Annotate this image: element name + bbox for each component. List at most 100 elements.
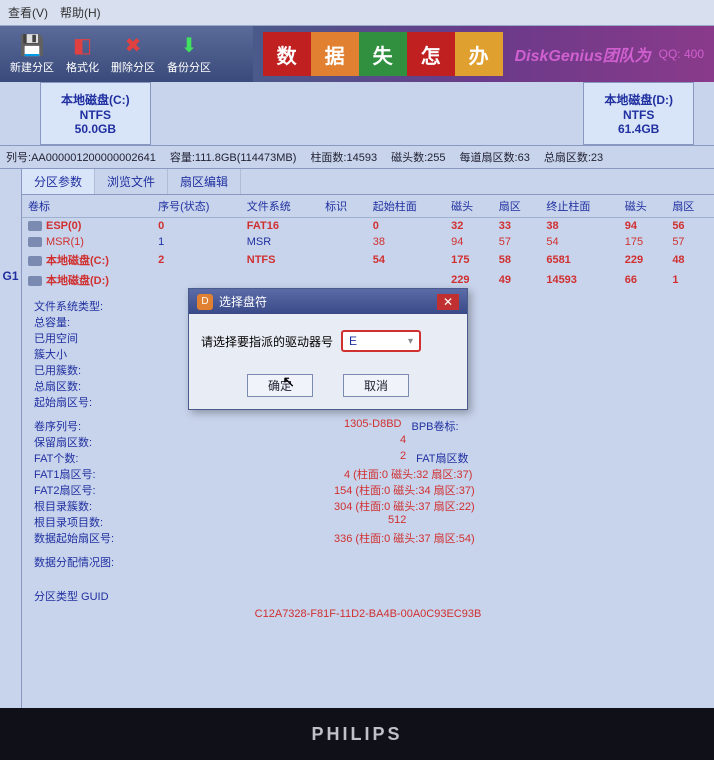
col-vol[interactable]: 卷标 bbox=[22, 195, 152, 218]
totsec-label: 总扇区数: bbox=[544, 152, 591, 164]
cell: 54 bbox=[367, 250, 445, 270]
cell bbox=[319, 250, 367, 270]
format-button[interactable]: ◧ 格式化 bbox=[60, 31, 105, 77]
col-ehead[interactable]: 磁头 bbox=[619, 195, 667, 218]
close-button[interactable]: ✕ bbox=[437, 294, 459, 310]
cell: 本地磁盘(D:) bbox=[22, 270, 152, 290]
val-r1: 4 (柱面:0 磁头:32 扇区:37) bbox=[344, 466, 472, 482]
val-r5: 336 (柱面:0 磁头:37 扇区:54) bbox=[334, 530, 475, 546]
cancel-button[interactable]: 取消 bbox=[343, 374, 409, 397]
capacity-value: 111.8GB(114473MB) bbox=[195, 152, 297, 164]
col-esec[interactable]: 扇区 bbox=[666, 195, 714, 218]
table-row[interactable]: 本地磁盘(D:)2294914593661 bbox=[22, 270, 714, 290]
heads-label: 磁头数: bbox=[391, 152, 427, 164]
fat2-label: FAT2扇区号: bbox=[34, 482, 144, 498]
format-icon: ◧ bbox=[69, 33, 97, 57]
used-label: 已用空间 bbox=[34, 330, 144, 346]
drive-letter-value: E bbox=[349, 334, 357, 348]
disk-map: 本地磁盘(C:) NTFS 50.0GB 本地磁盘(D:) NTFS 61.4G… bbox=[0, 82, 714, 146]
disk-c[interactable]: 本地磁盘(C:) NTFS 50.0GB bbox=[40, 82, 151, 145]
drive-letter-dialog: D 选择盘符 ✕ 请选择要指派的驱动器号 E ▾ 确定 取消 bbox=[188, 288, 468, 410]
cylinders-value: 14593 bbox=[347, 152, 378, 164]
backup-partition-button[interactable]: ⬇ 备份分区 bbox=[161, 31, 217, 77]
cell: 54 bbox=[540, 234, 618, 250]
table-row[interactable]: 本地磁盘(C:)2NTFS5417558658122948 bbox=[22, 250, 714, 270]
disk-d[interactable]: 本地磁盘(D:) NTFS 61.4GB bbox=[583, 82, 694, 145]
cell: 0 bbox=[152, 218, 241, 235]
col-shead[interactable]: 磁头 bbox=[445, 195, 493, 218]
alloc-label: 数据分配情况图: bbox=[34, 554, 144, 570]
cell: MSR(1) bbox=[22, 234, 152, 250]
rootitem-label: 根目录项目数: bbox=[34, 514, 144, 530]
guid-type-label: 分区类型 GUID bbox=[34, 591, 109, 603]
cell: 14593 bbox=[540, 270, 618, 290]
rootclu-label: 根目录簇数: bbox=[34, 498, 144, 514]
drive-letter-select[interactable]: E ▾ bbox=[341, 330, 421, 352]
tab-params[interactable]: 分区参数 bbox=[22, 169, 95, 194]
cell: 32 bbox=[445, 218, 493, 235]
cell bbox=[319, 218, 367, 235]
cell: 57 bbox=[666, 234, 714, 250]
cell: 66 bbox=[619, 270, 667, 290]
cell: 57 bbox=[493, 234, 541, 250]
table-row[interactable]: MSR(1)1MSR3894575417557 bbox=[22, 234, 714, 250]
new-partition-button[interactable]: 💾 新建分区 bbox=[4, 31, 60, 77]
new-partition-label: 新建分区 bbox=[10, 59, 54, 75]
cell: NTFS bbox=[241, 250, 319, 270]
tab-browse[interactable]: 浏览文件 bbox=[95, 169, 168, 194]
cell: 2 bbox=[152, 250, 241, 270]
cell: 1 bbox=[152, 234, 241, 250]
cell: 0 bbox=[367, 218, 445, 235]
backup-icon: ⬇ bbox=[175, 33, 203, 57]
drive-icon bbox=[28, 221, 42, 231]
val-2: 2 bbox=[400, 450, 406, 466]
delete-icon: ✖ bbox=[119, 33, 147, 57]
col-sn[interactable]: 序号(状态) bbox=[152, 195, 241, 218]
col-fs[interactable]: 文件系统 bbox=[241, 195, 319, 218]
banner-tile: 办 bbox=[455, 32, 503, 76]
spt-label: 每道扇区数: bbox=[460, 152, 518, 164]
cluster-label: 簇大小 bbox=[34, 346, 144, 362]
col-scyl[interactable]: 起始柱面 bbox=[367, 195, 445, 218]
cell: 229 bbox=[619, 250, 667, 270]
serial-value: AA000001200000002641 bbox=[31, 152, 156, 164]
cell: 58 bbox=[493, 250, 541, 270]
partition-table: 卷标 序号(状态) 文件系统 标识 起始柱面 磁头 扇区 终止柱面 磁头 扇区 … bbox=[22, 195, 714, 290]
chevron-down-icon: ▾ bbox=[408, 336, 413, 347]
disk-d-fs: NTFS bbox=[604, 108, 673, 122]
val-4: 4 bbox=[400, 434, 406, 450]
disk-c-fs: NTFS bbox=[61, 108, 130, 122]
guid-value: C12A7328-F81F-11D2-BA4B-00A0C93EC93B bbox=[34, 608, 702, 620]
banner-tiles: 数 据 失 怎 办 bbox=[263, 32, 503, 76]
dialog-titlebar[interactable]: D 选择盘符 ✕ bbox=[189, 289, 467, 314]
cell bbox=[241, 270, 319, 290]
tab-sector-edit[interactable]: 扇区编辑 bbox=[168, 169, 241, 194]
cell: 1 bbox=[666, 270, 714, 290]
resv-label: 保留扇区数: bbox=[34, 434, 144, 450]
delete-partition-button[interactable]: ✖ 删除分区 bbox=[105, 31, 161, 77]
bpb-vol-label: BPB卷标: bbox=[411, 418, 458, 434]
cell: 48 bbox=[666, 250, 714, 270]
totsec-value: 23 bbox=[591, 152, 603, 164]
table-row[interactable]: ESP(0)0FAT1603233389456 bbox=[22, 218, 714, 235]
backup-partition-label: 备份分区 bbox=[167, 59, 211, 75]
total-label: 总容量: bbox=[34, 314, 144, 330]
menu-help[interactable]: 帮助(H) bbox=[60, 4, 101, 21]
disk-icon: 💾 bbox=[18, 33, 46, 57]
banner-qq: QQ: 400 bbox=[659, 47, 704, 61]
col-ecyl[interactable]: 终止柱面 bbox=[540, 195, 618, 218]
left-tree[interactable]: G1 bbox=[0, 169, 22, 729]
main-area: G1 分区参数 浏览文件 扇区编辑 卷标 序号(状态) 文件系统 标识 起始柱面… bbox=[0, 169, 714, 729]
banner-tile: 怎 bbox=[407, 32, 455, 76]
menu-bar: 查看(V) 帮助(H) bbox=[0, 0, 714, 26]
cell: 33 bbox=[493, 218, 541, 235]
banner: 数 据 失 怎 办 DiskGenius团队为 QQ: 400 bbox=[253, 26, 714, 82]
menu-view[interactable]: 查看(V) bbox=[8, 4, 48, 21]
cylinders-label: 柱面数: bbox=[310, 152, 346, 164]
drive-icon bbox=[28, 276, 42, 286]
col-ssec[interactable]: 扇区 bbox=[493, 195, 541, 218]
cell bbox=[319, 270, 367, 290]
ok-button[interactable]: 确定 bbox=[247, 374, 313, 397]
val-r4: 512 bbox=[388, 514, 406, 530]
col-flag[interactable]: 标识 bbox=[319, 195, 367, 218]
